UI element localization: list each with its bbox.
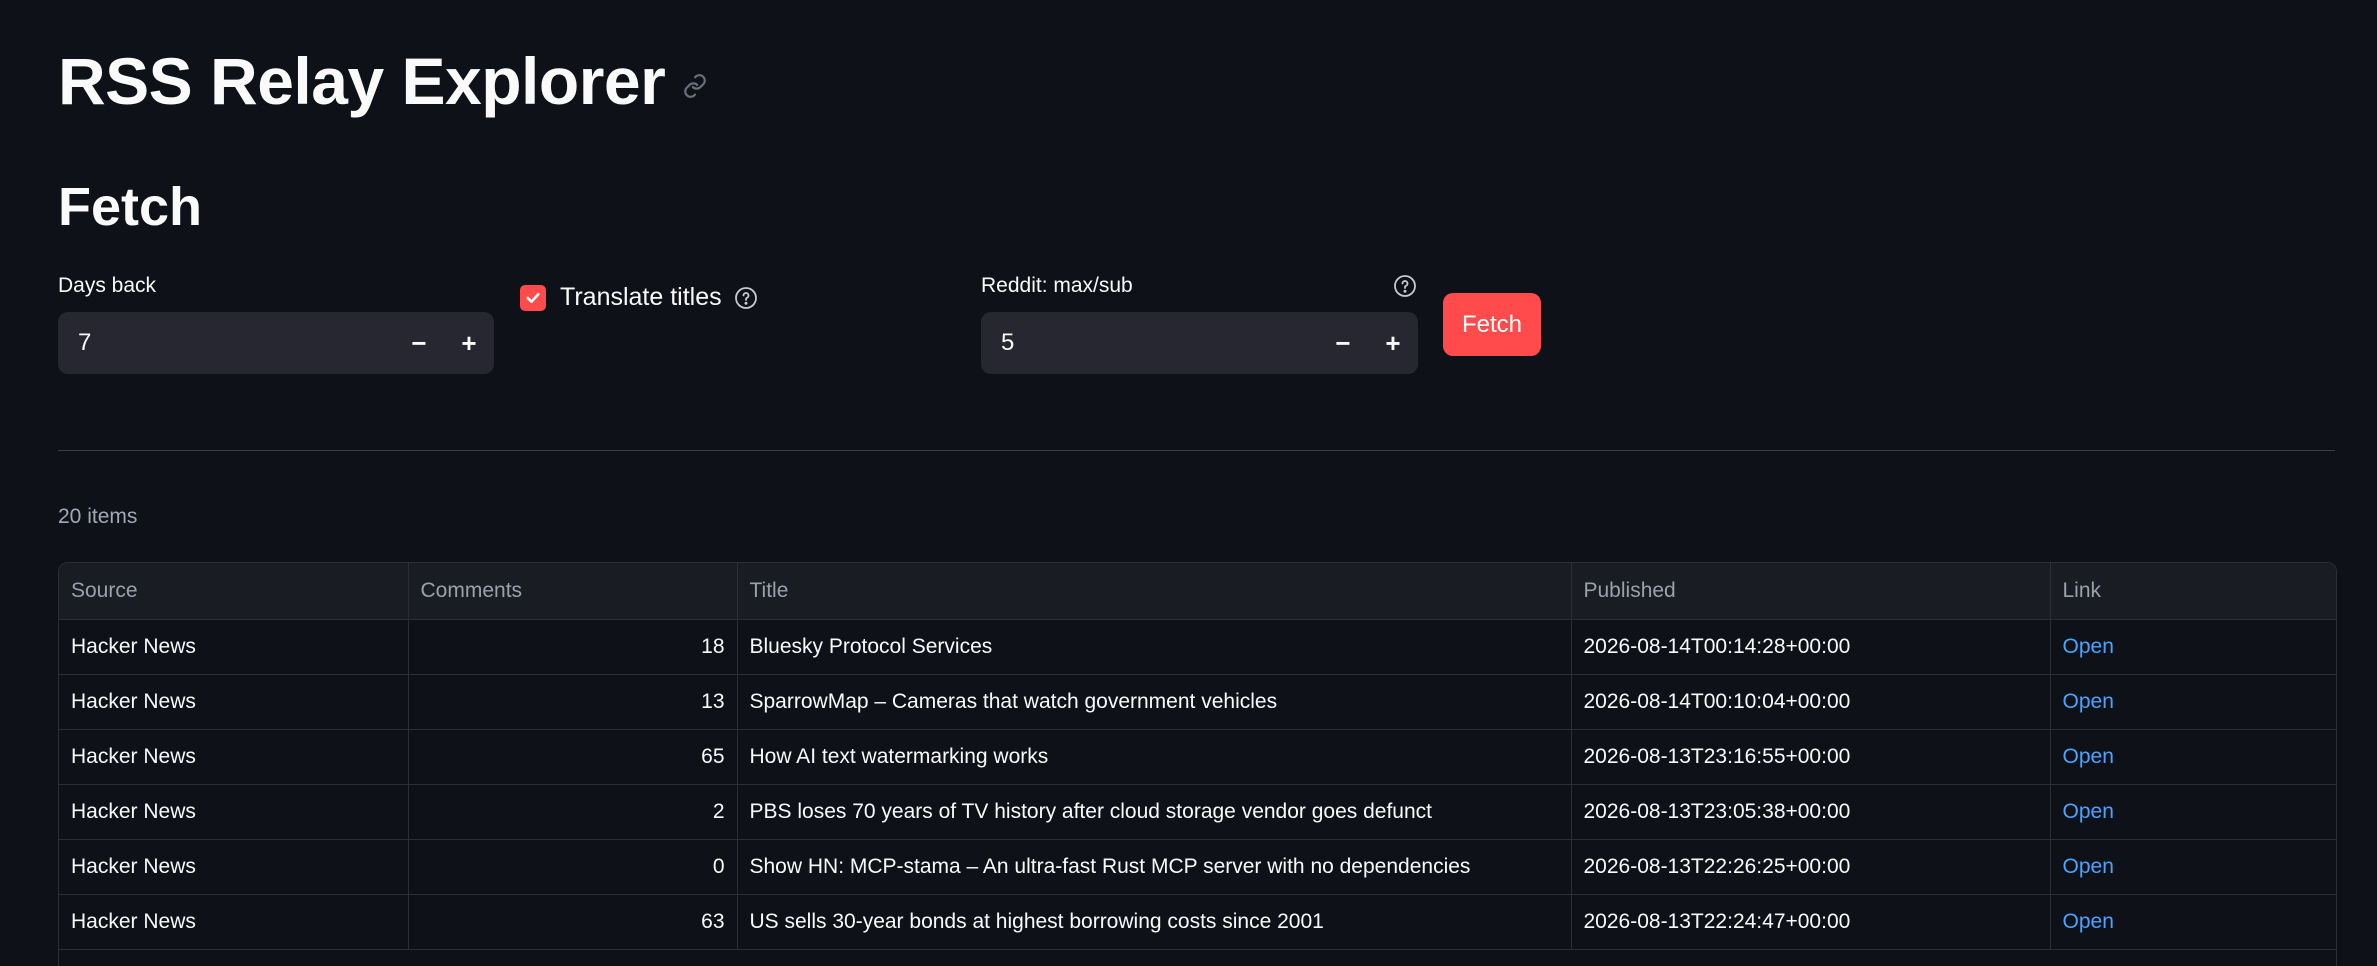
column-header-link[interactable]: Link: [2050, 563, 2336, 620]
open-link[interactable]: Open: [2063, 745, 2114, 768]
fetch-button[interactable]: Fetch: [1443, 293, 1541, 356]
cell-link: Open: [2050, 619, 2336, 675]
cell-source: Hacker News: [59, 674, 409, 730]
title-row: RSS Relay Explorer: [58, 38, 709, 124]
cell-link: Open: [2050, 839, 2336, 895]
section-divider: [58, 450, 2335, 451]
days-back-input: 7 − +: [58, 312, 494, 374]
cell-title: PBS loses 70 years of TV history after c…: [737, 784, 1572, 840]
cell-published: 2026-08-13T22:26:25+00:00: [1571, 839, 2051, 895]
open-link[interactable]: Open: [2063, 800, 2114, 823]
days-back-label: Days back: [58, 274, 157, 297]
column-header-comments[interactable]: Comments: [408, 563, 738, 620]
app-title: RSS Relay Explorer: [58, 44, 666, 118]
cell-link: Open: [2050, 894, 2336, 950]
cell-published: 2026-08-14T00:14:28+00:00: [1571, 619, 2051, 675]
cell-published: 2026-08-13T23:05:38+00:00: [1571, 784, 2051, 840]
cell-comments: 65: [408, 729, 738, 785]
cell-comments: 2: [408, 784, 738, 840]
app-page: RSS Relay Explorer Fetch Days back 7 − +…: [0, 0, 2377, 966]
cell-published: 2026-08-13T22:24:47+00:00: [1571, 894, 2051, 950]
cell-title: Bluesky Protocol Services: [737, 619, 1572, 675]
table-row[interactable]: Hacker News 0 Show HN: MCP-stama – An ul…: [59, 839, 2336, 895]
reddit-max-label: Reddit: max/sub: [981, 274, 1133, 297]
open-link[interactable]: Open: [2063, 635, 2114, 658]
translate-help-icon[interactable]: [734, 286, 758, 310]
days-back-increment-button[interactable]: +: [444, 312, 494, 374]
column-header-title[interactable]: Title: [737, 563, 1572, 620]
cell-comments: 0: [408, 839, 738, 895]
table-header-row: Source Comments Title Published Link: [59, 563, 2336, 620]
cell-link: Open: [2050, 729, 2336, 785]
cell-source: Hacker News: [59, 729, 409, 785]
cell-comments: 13: [408, 674, 738, 730]
reddit-max-input: 5 − +: [981, 312, 1418, 374]
days-back-decrement-button[interactable]: −: [394, 312, 444, 374]
open-link[interactable]: Open: [2063, 690, 2114, 713]
column-header-published[interactable]: Published: [1571, 563, 2051, 620]
fetch-section-heading: Fetch: [58, 177, 203, 237]
open-link[interactable]: Open: [2063, 910, 2114, 933]
reddit-max-decrement-button[interactable]: −: [1318, 312, 1368, 374]
translate-titles-label: Translate titles: [560, 283, 722, 311]
cell-source: Hacker News: [59, 619, 409, 675]
days-back-value[interactable]: 7: [58, 329, 394, 357]
reddit-max-increment-button[interactable]: +: [1368, 312, 1418, 374]
results-table: Source Comments Title Published Link Hac…: [58, 562, 2337, 966]
cell-title: SparrowMap – Cameras that watch governme…: [737, 674, 1572, 730]
cell-source: Hacker News: [59, 784, 409, 840]
cell-title: Show HN: MCP-stama – An ultra-fast Rust …: [737, 839, 1572, 895]
cell-title: US sells 30-year bonds at highest borrow…: [737, 894, 1572, 950]
item-count: 20 items: [58, 505, 138, 528]
reddit-max-help-icon[interactable]: [1393, 274, 1417, 298]
cell-title: How AI text watermarking works: [737, 729, 1572, 785]
reddit-max-value[interactable]: 5: [981, 329, 1318, 357]
cell-comments: 18: [408, 619, 738, 675]
open-link[interactable]: Open: [2063, 855, 2114, 878]
table-row[interactable]: Hacker News 18 Bluesky Protocol Services…: [59, 619, 2336, 675]
cell-comments: 63: [408, 894, 738, 950]
translate-titles-row: Translate titles: [520, 283, 758, 312]
cell-source: Hacker News: [59, 839, 409, 895]
column-header-source[interactable]: Source: [59, 563, 409, 620]
link-anchor-icon[interactable]: [681, 72, 709, 100]
table-row[interactable]: Hacker News 65 How AI text watermarking …: [59, 729, 2336, 785]
table-row[interactable]: Hacker News 2 PBS loses 70 years of TV h…: [59, 784, 2336, 840]
cell-link: Open: [2050, 784, 2336, 840]
cell-published: 2026-08-14T00:10:04+00:00: [1571, 674, 2051, 730]
table-row[interactable]: Hacker News 63 US sells 30-year bonds at…: [59, 894, 2336, 950]
translate-titles-checkbox[interactable]: [520, 284, 546, 311]
cell-link: Open: [2050, 674, 2336, 730]
cell-published: 2026-08-13T23:16:55+00:00: [1571, 729, 2051, 785]
cell-source: Hacker News: [59, 894, 409, 950]
checkmark-icon: [526, 292, 540, 303]
table-row[interactable]: Hacker News 13 SparrowMap – Cameras that…: [59, 674, 2336, 730]
